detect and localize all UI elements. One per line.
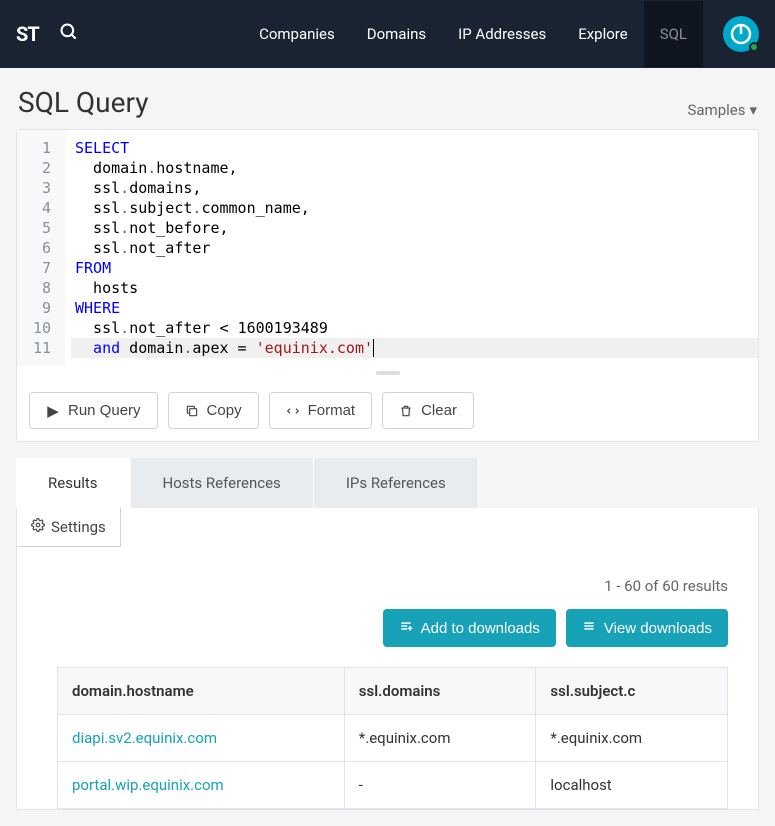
play-icon: ▶	[46, 404, 60, 418]
user-menu[interactable]	[723, 16, 759, 52]
table-header-row: domain.hostname ssl.domains ssl.subject.…	[58, 668, 728, 715]
copy-icon	[185, 404, 199, 418]
col-hostname[interactable]: domain.hostname	[58, 668, 345, 715]
result-tabs: Results Hosts References IPs References	[16, 458, 759, 508]
line-gutter: 1234567891011	[17, 130, 65, 366]
grip-icon	[376, 371, 400, 375]
sql-editor[interactable]: 1234567891011 SELECT domain.hostname, ss…	[17, 130, 758, 366]
cell-common-name: localhost	[536, 762, 728, 809]
samples-dropdown[interactable]: Samples ▾	[687, 101, 757, 119]
download-actions: Add to downloads View downloads	[17, 609, 758, 667]
samples-label: Samples	[687, 101, 745, 119]
results-count: 1 - 60 of 60 results	[17, 547, 758, 609]
clear-label: Clear	[421, 402, 457, 419]
cell-ssl-domains: *.equinix.com	[344, 715, 536, 762]
nav-items: Companies Domains IP Addresses Explore S…	[243, 1, 703, 67]
cell-common-name: *.equinix.com	[536, 715, 728, 762]
nav-item-companies[interactable]: Companies	[243, 1, 351, 67]
cell-hostname: portal.wip.equinix.com	[58, 762, 345, 809]
page-header: SQL Query Samples ▾	[0, 68, 775, 129]
run-query-button[interactable]: ▶ Run Query	[29, 392, 158, 429]
nav-item-sql[interactable]: SQL	[644, 1, 703, 67]
results-panel: Settings 1 - 60 of 60 results Add to dow…	[16, 508, 759, 810]
page-title: SQL Query	[18, 86, 148, 119]
nav-item-explore[interactable]: Explore	[562, 1, 644, 67]
add-downloads-label: Add to downloads	[421, 620, 540, 637]
query-editor-card: 1234567891011 SELECT domain.hostname, ss…	[16, 129, 759, 442]
cell-ssl-domains: -	[344, 762, 536, 809]
cell-hostname: diapi.sv2.equinix.com	[58, 715, 345, 762]
search-icon[interactable]	[59, 22, 79, 46]
hostname-link[interactable]: portal.wip.equinix.com	[72, 776, 224, 794]
nav-item-domains[interactable]: Domains	[351, 1, 442, 67]
code-area[interactable]: SELECT domain.hostname, ssl.domains, ssl…	[65, 130, 758, 366]
resize-handle[interactable]	[17, 366, 758, 380]
tab-results[interactable]: Results	[16, 458, 131, 508]
results-table-wrap: domain.hostname ssl.domains ssl.subject.…	[17, 667, 758, 809]
caret-down-icon: ▾	[749, 101, 757, 119]
settings-label: Settings	[51, 518, 106, 536]
gear-icon	[31, 518, 45, 536]
format-label: Format	[308, 402, 356, 419]
tab-hosts-references[interactable]: Hosts References	[131, 458, 314, 508]
add-to-downloads-button[interactable]: Add to downloads	[383, 609, 556, 647]
view-downloads-label: View downloads	[604, 620, 712, 637]
col-ssl-domains[interactable]: ssl.domains	[344, 668, 536, 715]
editor-toolbar: ▶ Run Query Copy Format Clear	[17, 380, 758, 441]
hostname-link[interactable]: diapi.sv2.equinix.com	[72, 729, 217, 747]
settings-button[interactable]: Settings	[17, 508, 121, 547]
status-online-icon	[749, 42, 759, 52]
copy-button[interactable]: Copy	[168, 392, 259, 429]
nav-item-ip-addresses[interactable]: IP Addresses	[442, 1, 562, 67]
run-query-label: Run Query	[68, 402, 141, 419]
format-button[interactable]: Format	[269, 392, 373, 429]
tab-ips-references[interactable]: IPs References	[314, 458, 479, 508]
results-table: domain.hostname ssl.domains ssl.subject.…	[57, 667, 728, 809]
logo: ST	[16, 22, 39, 46]
table-row: diapi.sv2.equinix.com *.equinix.com*.equi…	[58, 715, 728, 762]
code-icon	[286, 404, 300, 418]
add-download-icon	[399, 619, 413, 637]
table-row: portal.wip.equinix.com -localhost	[58, 762, 728, 809]
view-downloads-button[interactable]: View downloads	[566, 609, 728, 647]
list-icon	[582, 619, 596, 637]
copy-label: Copy	[207, 402, 242, 419]
clear-button[interactable]: Clear	[382, 392, 474, 429]
top-nav: ST Companies Domains IP Addresses Explor…	[0, 0, 775, 68]
col-ssl-subject-cn[interactable]: ssl.subject.c	[536, 668, 728, 715]
trash-icon	[399, 404, 413, 418]
